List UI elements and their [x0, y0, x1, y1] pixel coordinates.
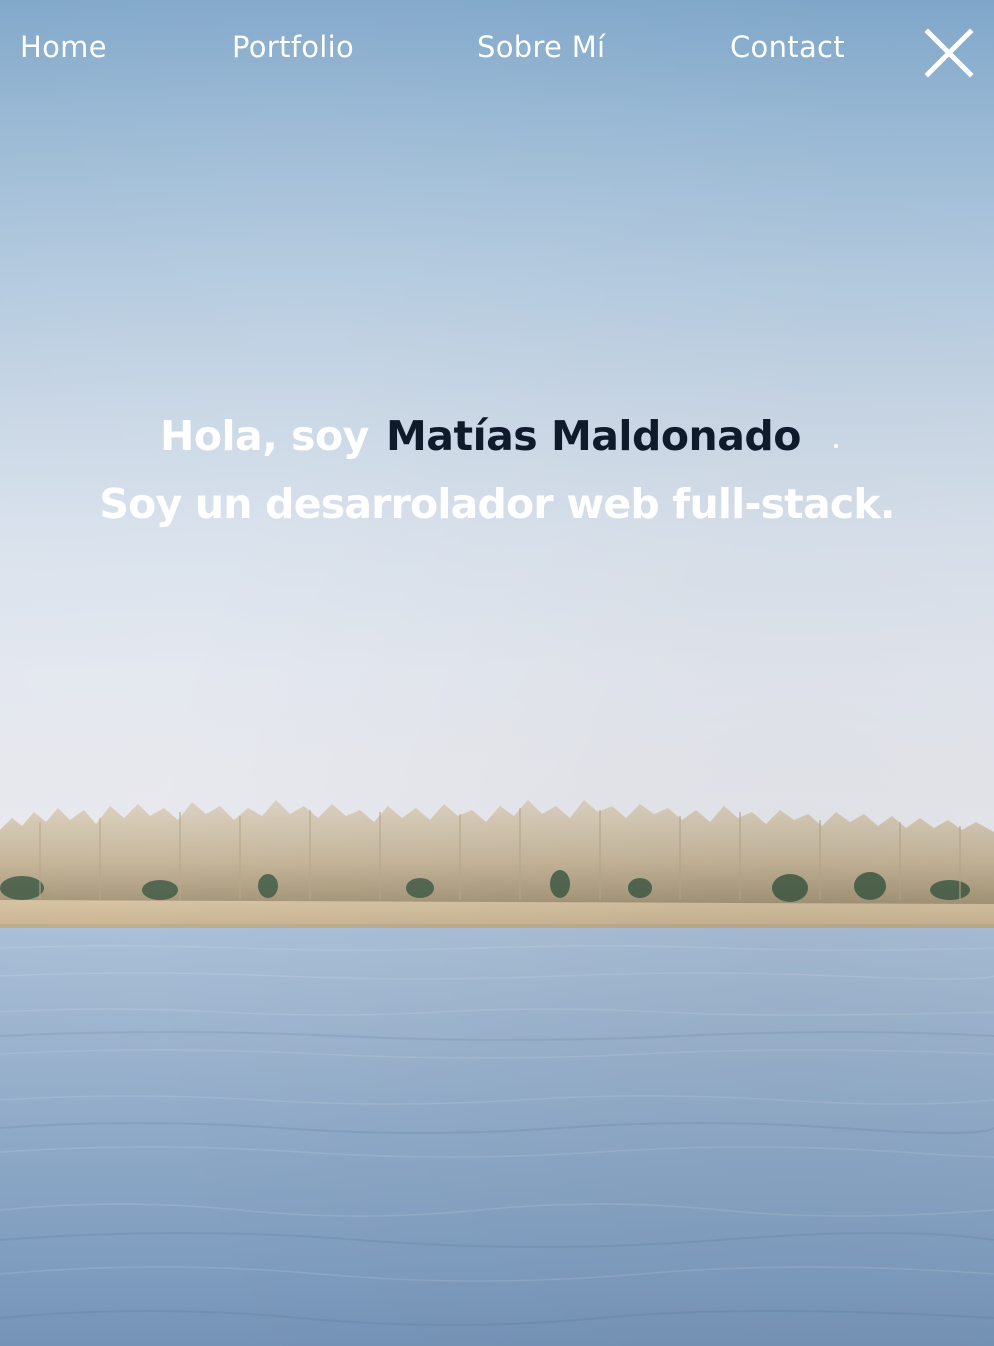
hero-name: Matías Maldonado	[386, 412, 801, 460]
film-grain-overlay	[0, 0, 994, 1346]
hero-tagline: Soy un desarrolador web full-stack.	[99, 480, 895, 528]
typing-cursor	[834, 444, 838, 448]
hero-background-photo	[0, 0, 994, 1346]
close-menu-button[interactable]	[922, 26, 976, 80]
nav-link-sobre-mi[interactable]: Sobre Mí	[477, 30, 605, 64]
nav-link-home[interactable]: Home	[20, 30, 107, 64]
top-navigation: Home Portfolio Sobre Mí Contact	[0, 0, 994, 100]
nav-link-contact[interactable]: Contact	[730, 30, 845, 64]
close-x-icon	[924, 28, 974, 78]
hero-greeting-line: Hola, soy Matías Maldonado	[0, 408, 994, 470]
hero-greeting: Hola, soy	[160, 412, 369, 460]
nav-link-portfolio[interactable]: Portfolio	[232, 30, 354, 64]
